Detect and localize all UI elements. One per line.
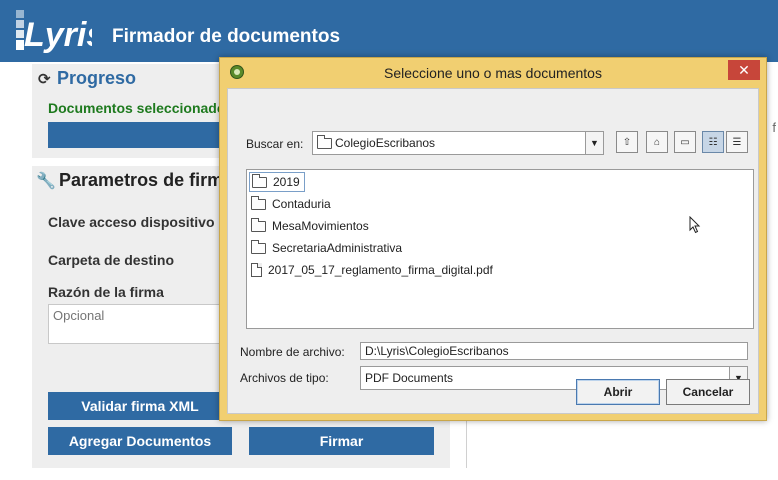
agregar-documentos-button[interactable]: Agregar Documentos [48,427,232,455]
filetype-value: PDF Documents [365,371,454,385]
razon-input[interactable] [49,305,227,325]
razon-label: Razón de la firma [48,284,164,300]
validar-xml-button[interactable]: Validar firma XML [48,392,232,420]
list-item[interactable]: 2019 [249,172,305,192]
filetype-label: Archivos de tipo: [240,371,329,385]
folder-icon [251,195,266,210]
home-button[interactable]: ⌂ [646,131,668,153]
look-in-label: Buscar en: [246,137,303,151]
section-separator [32,158,232,166]
dialog-title: Seleccione uno o mas documentos [384,65,602,81]
dialog-content: Buscar en: ColegioEscribanos ▼ ⇧ ⌂ ▭ ☷ ☰… [227,88,759,414]
filename-label: Nombre de archivo: [240,345,345,359]
dialog-titlebar[interactable]: Seleccione uno o mas documentos ✕ [220,58,766,88]
open-button[interactable]: Abrir [576,379,660,405]
cancel-button[interactable]: Cancelar [666,379,750,405]
list-item-label: 2019 [273,175,300,189]
close-button[interactable]: ✕ [728,60,760,80]
file-list[interactable]: 2019 Contaduria MesaMovimientos Secretar… [246,169,754,329]
list-item-label: SecretariaAdministrativa [272,241,403,255]
list-item-label: Contaduria [272,197,331,211]
look-in-label-text: Buscar en: [246,137,304,151]
clave-label: Clave acceso dispositivo [48,214,215,230]
list-item-label: 2017_05_17_reglamento_firma_digital.pdf [268,263,493,277]
list-view-icon: ☷ [708,136,718,148]
close-icon: ✕ [738,61,750,78]
folder-icon [251,239,266,254]
filename-input[interactable] [360,342,748,360]
details-view-icon: ☰ [732,136,742,148]
params-heading: 🔧 Parametros de firma [36,170,233,191]
up-folder-icon: ⇧ [622,136,632,148]
carpeta-label: Carpeta de destino [48,252,175,268]
folder-icon [317,135,332,149]
up-one-level-button[interactable]: ⇧ [616,131,638,153]
params-title: Parametros de firma [59,170,234,190]
wrench-icon: 🔧 [36,173,56,190]
list-view-button[interactable]: ☷ [702,131,724,153]
list-item[interactable]: SecretariaAdministrativa [249,238,406,258]
folder-icon [251,217,266,232]
list-item[interactable]: Contaduria [249,194,335,214]
refresh-icon: ⟳ [38,71,51,88]
app-title: Firmador de documentos [112,26,341,47]
documents-selected-label: Documentos seleccionados [48,100,234,116]
firmar-button[interactable]: Firmar [249,427,434,455]
look-in-combo[interactable]: ColegioEscribanos ▼ [312,131,604,155]
app-header: Lyris Firmador de documentos [0,0,778,62]
mouse-pointer-icon [689,216,701,234]
new-folder-icon: ▭ [680,136,690,148]
lyris-logo: Lyris [16,10,92,54]
right-panel-fragment: f [772,120,776,135]
new-folder-button[interactable]: ▭ [674,131,696,153]
progress-title: Progreso [57,68,137,88]
look-in-value: ColegioEscribanos [335,136,436,150]
file-chooser-dialog: Seleccione uno o mas documentos ✕ Buscar… [219,57,767,421]
chevron-down-icon[interactable]: ▼ [585,132,603,154]
list-item-label: MesaMovimientos [272,219,369,233]
file-icon [251,263,262,277]
home-icon: ⌂ [653,136,661,148]
progress-heading: ⟳ Progreso [38,68,136,89]
details-view-button[interactable]: ☰ [726,131,748,153]
list-item[interactable]: MesaMovimientos [249,216,373,236]
progress-bar [48,122,228,148]
razon-field-container [48,304,228,344]
svg-text:Lyris: Lyris [24,16,92,54]
folder-icon [252,173,267,188]
list-item[interactable]: 2017_05_17_reglamento_firma_digital.pdf [249,260,497,280]
